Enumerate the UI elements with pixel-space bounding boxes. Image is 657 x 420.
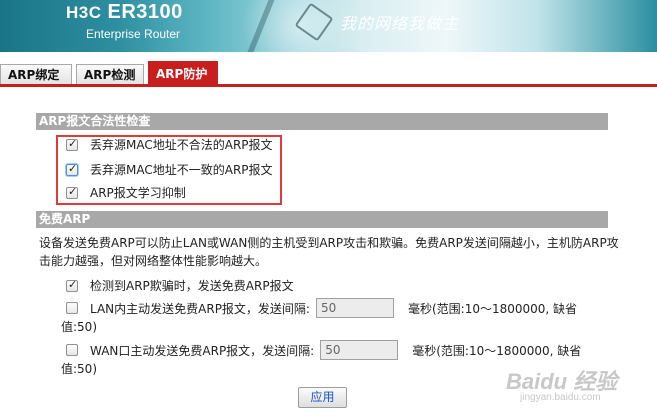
option-send-on-spoof: 检测到ARP欺骗时，发送免费ARP报文 (66, 277, 294, 294)
range-hint-wrap: 值:50) (61, 362, 97, 376)
slogan: 我的网络我做主 (340, 14, 460, 33)
option-label: LAN内主动发送免费ARP报文，发送间隔: (90, 301, 310, 316)
option-drop-invalid-mac: 丢弃源MAC地址不合法的ARP报文 (66, 136, 273, 153)
checkbox-lan-send[interactable] (66, 302, 78, 314)
tab-underline (0, 84, 657, 87)
option-label: 丢弃源MAC地址不一致的ARP报文 (90, 163, 273, 177)
checkbox-send-on-spoof[interactable] (66, 278, 78, 292)
tab-bar: ARP绑定 ARP检测 ARP防护 (0, 60, 657, 86)
range-hint: 毫秒(范围:10～1800000, 缺省 (412, 343, 582, 358)
gratuitous-description: 设备发送免费ARP可以防止LAN或WAN侧的主机受到ARP攻击和欺骗。免费ARP… (39, 236, 619, 268)
option-drop-inconsistent-mac: 丢弃源MAC地址不一致的ARP报文 (66, 161, 273, 178)
brand-name: H3C (66, 3, 102, 22)
option-label: WAN口主动发送免费ARP报文，发送间隔: (90, 343, 315, 358)
baidu-watermark-url: jingyan.baidu.com (520, 392, 601, 403)
tab-arp-binding[interactable]: ARP绑定 (0, 64, 72, 85)
range-hint-wrap: 值:50) (61, 320, 97, 334)
option-label: ARP报文学习抑制 (90, 186, 186, 200)
option-label: 检测到ARP欺骗时，发送免费ARP报文 (90, 279, 294, 293)
lan-interval-input[interactable] (315, 298, 394, 318)
checkbox-wan-send[interactable] (66, 344, 78, 356)
checkbox-arp-learning-suppress[interactable] (66, 185, 78, 199)
header-banner: H3C ER3100 Enterprise Router 我的网络我做主 (0, 0, 657, 52)
brand-subtitle: Enterprise Router (86, 27, 181, 41)
tab-arp-protection[interactable]: ARP防护 (148, 61, 218, 85)
option-wan-send: WAN口主动发送免费ARP报文，发送间隔: 毫秒(范围:10～1800000, … (66, 340, 581, 360)
option-label: 丢弃源MAC地址不合法的ARP报文 (90, 138, 273, 152)
tab-arp-detection[interactable]: ARP检测 (76, 64, 144, 85)
section-header-validity: ARP报文合法性检查 (36, 113, 608, 130)
option-lan-send: LAN内主动发送免费ARP报文，发送间隔: 毫秒(范围:10～1800000, … (66, 298, 577, 318)
checkbox-drop-inconsistent-mac[interactable] (66, 162, 78, 176)
option-arp-learning-suppress: ARP报文学习抑制 (66, 184, 186, 201)
model-name: ER3100 (107, 1, 183, 23)
section-header-gratuitous: 免费ARP (36, 211, 608, 228)
checkbox-drop-invalid-mac[interactable] (66, 137, 78, 151)
wan-interval-input[interactable] (320, 340, 399, 360)
apply-button[interactable]: 应用 (298, 387, 347, 408)
brand-logo: H3C ER3100 (66, 1, 183, 24)
range-hint: 毫秒(范围:10～1800000, 缺省 (407, 301, 578, 316)
